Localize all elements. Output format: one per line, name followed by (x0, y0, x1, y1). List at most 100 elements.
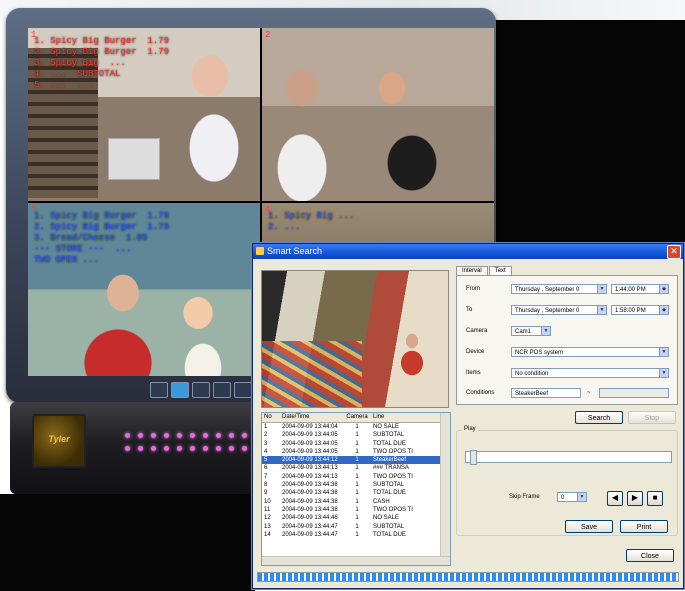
camera-select[interactable]: Cam1 ▼ (511, 326, 551, 336)
table-cell: 1 (355, 498, 359, 505)
from-date-picker[interactable]: Thursday , September 0 ▼ (511, 284, 607, 294)
from-time-field[interactable]: 1:44:00 PM ◆ (611, 284, 669, 294)
skip-frame-select[interactable]: 0 ▼ (557, 492, 587, 502)
save-button[interactable]: Save (565, 520, 613, 533)
channel-led (125, 433, 130, 438)
layout-sixteen-button[interactable] (213, 382, 231, 398)
column-header[interactable]: Date/Time (282, 413, 344, 422)
table-cell: 2004-09-09 13:44:04 (282, 424, 338, 430)
channel-led (242, 433, 247, 438)
camera-view-2[interactable]: 2 (262, 28, 494, 201)
channel-led (177, 446, 182, 451)
column-header[interactable]: Camera (344, 413, 370, 422)
items-label: Items (466, 370, 481, 376)
conditions-input-to[interactable] (599, 388, 669, 398)
conditions-input[interactable]: SteakerBeef (511, 388, 581, 398)
table-cell: TWO OPOS TI (373, 448, 413, 455)
to-date-picker[interactable]: Thursday , September 0 ▼ (511, 305, 607, 315)
channel-led (125, 446, 130, 451)
search-tabs: Interval Text (456, 266, 513, 275)
table-row[interactable]: 14 2004-09-09 13:44:47 1 TOTAL DUE (262, 531, 450, 539)
items-select[interactable]: No condition ▼ (511, 368, 669, 378)
playback-slider[interactable] (465, 450, 672, 465)
table-cell: ### TRANSA (373, 465, 409, 472)
dialog-titlebar[interactable]: Smart Search ✕ (253, 244, 683, 259)
tab-interval[interactable]: Interval (456, 266, 488, 275)
table-row[interactable]: 3 2004-09-09 13:44:05 1 TOTAL DUE (262, 440, 450, 448)
table-cell: 11 (264, 506, 271, 513)
range-separator: ~ (587, 390, 591, 396)
search-progress-bar (257, 572, 679, 582)
table-cell: TOTAL DUE (373, 531, 406, 538)
vertical-scrollbar[interactable] (440, 413, 450, 565)
table-row[interactable]: 13 2004-09-09 13:44:47 1 SUBTOTAL (262, 523, 450, 531)
results-table: No Date/Time Camera Line 1 2004-09-09 13:… (261, 412, 451, 566)
table-cell: 7 (264, 473, 268, 480)
close-button[interactable]: Close (626, 549, 674, 562)
layout-single-button[interactable] (150, 382, 168, 398)
to-time-field[interactable]: 1:58:00 PM ◆ (611, 305, 669, 315)
table-cell: 10 (264, 498, 271, 505)
table-cell: TOTAL DUE (373, 490, 406, 497)
table-cell: TWO OPOS TI (373, 506, 413, 513)
table-cell: 9 (264, 490, 268, 497)
layout-sequence-button[interactable] (234, 382, 252, 398)
table-row[interactable]: 1 2004-09-09 13:44:04 1 NO SALE (262, 423, 450, 431)
layout-nine-button[interactable] (192, 382, 210, 398)
table-row[interactable]: 11 2004-09-09 13:44:38 1 TWO OPOS TI (262, 506, 450, 514)
step-back-icon[interactable]: ◀ (607, 491, 623, 506)
table-cell: 5 (264, 457, 268, 464)
camera-view-3[interactable]: 3 1. Spicy Big Burger 1.79 2. Spicy Big … (28, 203, 260, 376)
channel-led (216, 433, 221, 438)
slider-thumb[interactable] (470, 450, 477, 465)
camera-view-1[interactable]: 1 1. Spicy Big Burger 1.79 2. Spicy Big … (28, 28, 260, 201)
table-header: No Date/Time Camera Line (262, 413, 450, 423)
table-cell: NO SALE (373, 424, 400, 430)
table-cell: 3 (264, 440, 268, 447)
dark-background (495, 20, 685, 245)
table-row[interactable]: 9 2004-09-09 13:44:38 1 TOTAL DUE (262, 489, 450, 497)
table-row[interactable]: 10 2004-09-09 13:44:38 1 CASH (262, 498, 450, 506)
table-cell: 1 (264, 424, 268, 430)
to-label: To (466, 307, 473, 313)
text-tab-panel: From Thursday , September 0 ▼ 1:44:00 PM ◆… (456, 275, 678, 405)
table-cell: 2004-09-09 13:44:47 (282, 523, 338, 530)
table-cell: 2004-09-09 13:44:46 (282, 515, 338, 522)
table-row[interactable]: 12 2004-09-09 13:44:46 1 NO SALE (262, 514, 450, 522)
table-row[interactable]: 5 2004-09-09 13:44:12 1 SteakerBeef (262, 456, 450, 465)
horizontal-scrollbar[interactable] (262, 556, 450, 565)
tab-text[interactable]: Text (488, 266, 512, 275)
table-row[interactable]: 7 2004-09-09 13:44:13 1 TWO OPOS TI (262, 473, 450, 481)
table-cell: 1 (355, 506, 359, 513)
camera-label: Camera (466, 328, 488, 334)
table-row[interactable]: 2 2004-09-09 13:44:05 1 SUBTOTAL (262, 431, 450, 439)
layout-quad-button[interactable] (171, 382, 189, 398)
dialog-title: Smart Search (267, 246, 323, 256)
play-icon[interactable]: ▶ (627, 491, 643, 506)
close-icon[interactable]: ✕ (667, 245, 681, 259)
table-row[interactable]: 8 2004-09-09 13:44:38 1 SUBTOTAL (262, 481, 450, 489)
column-header[interactable]: Line (370, 413, 443, 422)
column-header[interactable]: No (262, 413, 282, 422)
stop-icon[interactable]: ■ (647, 491, 663, 506)
table-row[interactable]: 6 2004-09-09 13:44:13 1 ### TRANSA (262, 464, 450, 472)
spin-icon: ◆ (659, 306, 668, 314)
table-cell: 2004-09-09 13:44:05 (282, 448, 338, 455)
chevron-down-icon: ▼ (659, 369, 668, 377)
search-button[interactable]: Search (575, 411, 623, 424)
table-cell: 2004-09-09 13:44:38 (282, 506, 338, 513)
table-cell: 1 (355, 490, 359, 497)
from-label: From (466, 286, 480, 292)
table-cell: 14 (264, 531, 271, 538)
table-cell: 8 (264, 482, 268, 489)
stop-button[interactable]: Stop (628, 411, 676, 424)
channel-led (229, 433, 234, 438)
table-row[interactable]: 4 2004-09-09 13:44:05 1 TWO OPOS TI (262, 448, 450, 456)
pos-overlay-cam4: 1. Spicy Big ... 2. ... (268, 211, 355, 232)
table-body: 1 2004-09-09 13:44:04 1 NO SALE 2 2004-09-09 … (262, 423, 450, 539)
print-button[interactable]: Print (620, 520, 668, 533)
table-cell: 2004-09-09 13:44:12 (282, 457, 338, 464)
pos-overlay-cam3: 1. Spicy Big Burger 1.79 2. Spicy Big Bu… (34, 211, 170, 265)
device-select[interactable]: NCR POS system ▼ (511, 347, 669, 357)
play-group-label: Play (462, 426, 478, 432)
